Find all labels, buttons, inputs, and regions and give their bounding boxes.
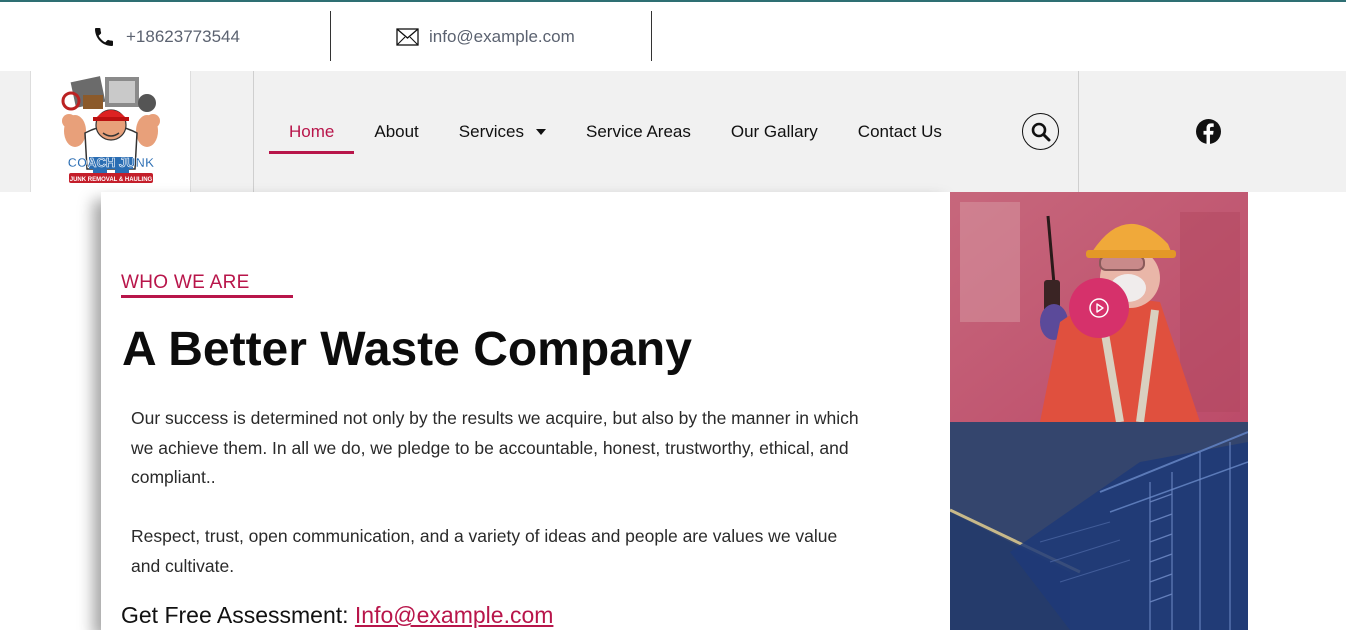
industrial-structure-photo: [950, 422, 1248, 630]
email-contact[interactable]: info@example.com: [396, 2, 575, 71]
phone-contact[interactable]: +18623773544: [92, 2, 240, 71]
main-navbar: COACH JUNK JUNK REMOVAL & HAULING Home A…: [0, 71, 1346, 192]
video-play-button[interactable]: [1069, 278, 1129, 338]
assessment-label: Get Free Assessment:: [121, 602, 349, 628]
search-icon: [1031, 122, 1050, 141]
contact-divider: [330, 11, 331, 61]
nav-separator: [253, 71, 254, 192]
coach-junk-logo: COACH JUNK JUNK REMOVAL & HAULING: [61, 75, 160, 183]
assessment-line: Get Free Assessment: Info@example.com: [121, 602, 553, 629]
nav-item-our-gallary[interactable]: Our Gallary: [711, 71, 838, 192]
about-paragraph-1: Our success is determined not only by th…: [131, 408, 859, 487]
contact-bar: +18623773544 info@example.com: [0, 2, 1346, 71]
svg-text:JUNK REMOVAL & HAULING: JUNK REMOVAL & HAULING: [69, 177, 152, 183]
envelope-icon: [396, 27, 419, 46]
phone-number: +18623773544: [126, 26, 240, 46]
search-button[interactable]: [1022, 113, 1059, 150]
nav-separator: [1078, 71, 1079, 192]
nav-item-contact-us[interactable]: Contact Us: [838, 71, 962, 192]
eyebrow-underline: [121, 295, 293, 298]
contact-divider: [651, 11, 652, 61]
section-headline: A Better Waste Company: [122, 323, 692, 376]
primary-nav: Home About Services Service Areas Our Ga…: [269, 71, 962, 192]
play-icon: [1089, 298, 1109, 318]
phone-icon: [95, 27, 113, 46]
facebook-icon[interactable]: [1196, 119, 1221, 144]
about-section: WHO WE ARE A Better Waste Company Our su…: [101, 192, 951, 630]
svg-text:COACH JUNK: COACH JUNK: [67, 155, 154, 170]
nav-item-about[interactable]: About: [354, 71, 438, 192]
site-logo[interactable]: COACH JUNK JUNK REMOVAL & HAULING: [30, 71, 191, 192]
nav-item-service-areas[interactable]: Service Areas: [566, 71, 711, 192]
email-address: info@example.com: [429, 26, 575, 46]
assessment-email-link[interactable]: Info@example.com: [355, 602, 554, 628]
caret-down-icon: [535, 128, 546, 135]
worker-photo: [950, 192, 1248, 422]
section-eyebrow: WHO WE ARE: [121, 272, 250, 293]
nav-item-services[interactable]: Services: [439, 71, 566, 192]
nav-item-home[interactable]: Home: [269, 71, 355, 192]
about-paragraph-2: Respect, trust, open communication, and …: [131, 526, 838, 576]
structure-illustration: [950, 422, 1248, 630]
